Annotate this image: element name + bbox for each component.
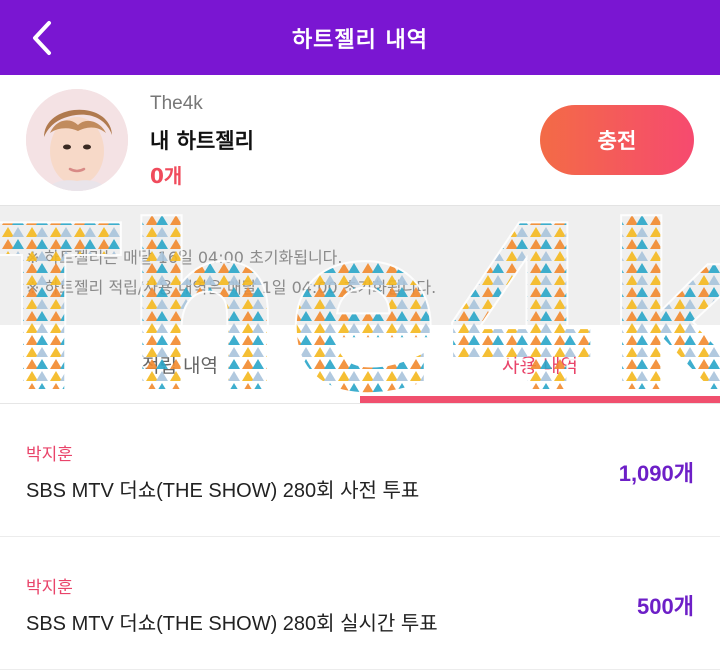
history-tabs: 적립 내역 사용 내역 (0, 325, 720, 404)
item-amount: 500개 (637, 594, 694, 619)
my-heart-jelly-label: 내 하트젤리 (150, 129, 254, 153)
back-button[interactable] (22, 16, 62, 60)
item-description: SBS MTV 더쇼(THE SHOW) 280회 사전 투표 (26, 480, 420, 502)
item-artist: 박지훈 (26, 578, 73, 598)
page-title: 하트젤리 내역 (291, 27, 429, 53)
notice-line: ※ 하트젤리는 매달 16일 04:00 초기화됩니다. (26, 248, 343, 267)
item-amount: 1,090개 (618, 461, 694, 486)
avatar (26, 89, 128, 191)
app-header: 하트젤리 내역 (0, 0, 720, 75)
list-item[interactable]: 박지훈 SBS MTV 더쇼(THE SHOW) 280회 실시간 투표 500… (0, 537, 720, 670)
tab-use-history[interactable]: 사용 내역 (360, 325, 720, 403)
tab-earn-history[interactable]: 적립 내역 (0, 325, 360, 403)
notice-line: ※ 하트젤리 적립/사용 내역은 매달 1일 04:00 초기화됩니다. (26, 278, 437, 297)
active-tab-indicator (360, 396, 720, 403)
username: The4k (150, 93, 203, 114)
heart-jelly-count: 0개 (150, 164, 183, 188)
chevron-left-icon (33, 21, 51, 55)
charge-button[interactable]: 충전 (540, 105, 694, 175)
profile-section: The4k 내 하트젤리 0개 충전 (0, 75, 720, 205)
avatar-image (26, 89, 128, 191)
notice-box: ※ 하트젤리는 매달 16일 04:00 초기화됩니다. ※ 하트젤리 적립/사… (0, 205, 720, 326)
item-description: SBS MTV 더쇼(THE SHOW) 280회 실시간 투표 (26, 613, 438, 635)
item-artist: 박지훈 (26, 445, 73, 465)
list-item[interactable]: 박지훈 SBS MTV 더쇼(THE SHOW) 280회 사전 투표 1,09… (0, 404, 720, 537)
